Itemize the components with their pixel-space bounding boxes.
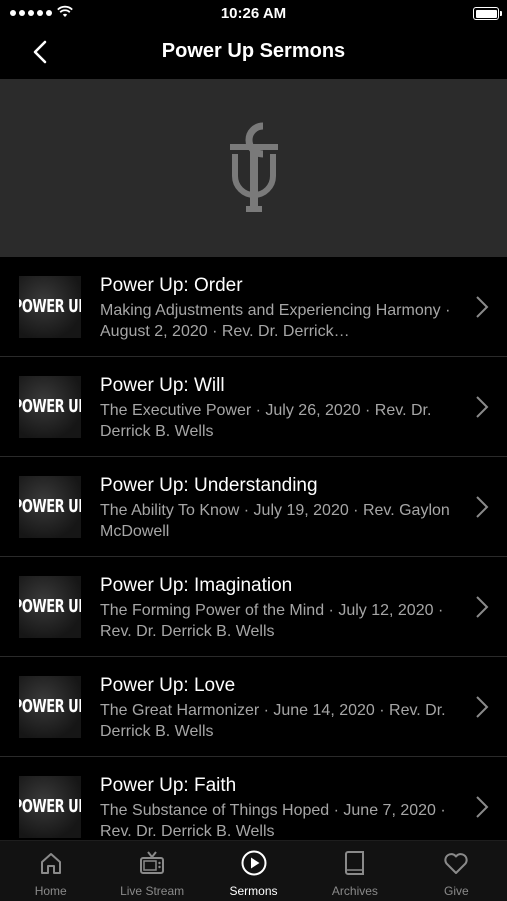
sermon-row[interactable]: POWER UP Power Up: Understanding The Abi…	[0, 457, 507, 557]
thumbnail-label: POWER UP	[19, 596, 81, 618]
sermon-list: POWER UP Power Up: Order Making Adjustme…	[0, 257, 507, 857]
series-banner	[0, 79, 507, 257]
thumbnail-label: POWER UP	[19, 496, 81, 518]
sermon-row[interactable]: POWER UP Power Up: Imagination The Formi…	[0, 557, 507, 657]
sermon-subtitle: Making Adjustments and Experiencing Harm…	[100, 302, 451, 340]
sermon-row[interactable]: POWER UP Power Up: Will The Executive Po…	[0, 357, 507, 457]
chevron-right-icon	[476, 296, 489, 318]
home-icon	[40, 853, 61, 874]
tab-bar: Home Live Stream Sermons Archives Give	[0, 840, 507, 901]
tab-live-stream[interactable]: Live Stream	[101, 841, 202, 901]
chevron-right-icon	[476, 696, 489, 718]
sermon-subtitle: The Substance of Things Hoped · June 7, …	[100, 802, 446, 840]
sermon-thumbnail: POWER UP	[19, 476, 81, 538]
chevron-right-icon	[476, 396, 489, 418]
thumbnail-label: POWER UP	[19, 696, 81, 718]
sermon-subtitle: The Executive Power · July 26, 2020 · Re…	[100, 402, 432, 440]
tab-home[interactable]: Home	[0, 841, 101, 901]
thumbnail-label: POWER UP	[19, 796, 81, 818]
status-bar: 10:26 AM	[0, 0, 507, 26]
tab-label: Give	[443, 884, 469, 898]
sermon-thumbnail: POWER UP	[19, 376, 81, 438]
sermon-row[interactable]: POWER UP Power Up: Love The Great Harmon…	[0, 657, 507, 757]
tv-icon	[140, 851, 165, 874]
sermon-title: Power Up: Understanding	[100, 475, 318, 496]
navigation-bar: Power Up Sermons	[0, 26, 507, 78]
battery-icon	[473, 7, 502, 20]
thumbnail-label: POWER UP	[19, 396, 81, 418]
play-circle-icon	[241, 850, 267, 876]
tab-label: Live Stream	[120, 884, 185, 898]
sermon-title: Power Up: Will	[100, 375, 225, 396]
heart-icon	[444, 853, 468, 874]
tab-archives[interactable]: Archives	[304, 841, 405, 901]
sermon-subtitle: The Forming Power of the Mind · July 12,…	[100, 602, 444, 640]
chevron-right-icon	[476, 596, 489, 618]
page-title: Power Up Sermons	[161, 40, 346, 62]
book-icon	[344, 851, 364, 875]
tab-label: Sermons	[229, 884, 278, 898]
sermon-thumbnail: POWER UP	[19, 676, 81, 738]
tab-label: Home	[34, 884, 67, 898]
sermon-thumbnail: POWER UP	[19, 276, 81, 338]
sermon-row[interactable]: POWER UP Power Up: Order Making Adjustme…	[0, 257, 507, 357]
sermon-title: Power Up: Order	[100, 275, 243, 296]
status-time: 10:26 AM	[220, 5, 287, 22]
sermon-thumbnail: POWER UP	[19, 576, 81, 638]
sermon-title: Power Up: Faith	[100, 775, 237, 796]
chevron-right-icon	[476, 796, 489, 818]
sermon-subtitle: The Great Harmonizer · June 14, 2020 · R…	[100, 702, 446, 740]
sermon-title: Power Up: Imagination	[100, 575, 293, 596]
chevron-right-icon	[476, 496, 489, 518]
tab-give[interactable]: Give	[406, 841, 507, 901]
sermon-title: Power Up: Love	[100, 675, 236, 696]
church-logo	[229, 122, 278, 212]
tab-label: Archives	[331, 884, 378, 898]
sermon-thumbnail: POWER UP	[19, 776, 81, 838]
thumbnail-label: POWER UP	[19, 296, 81, 318]
sermon-subtitle: The Ability To Know · July 19, 2020 · Re…	[100, 502, 450, 540]
tab-sermons[interactable]: Sermons	[203, 841, 304, 901]
